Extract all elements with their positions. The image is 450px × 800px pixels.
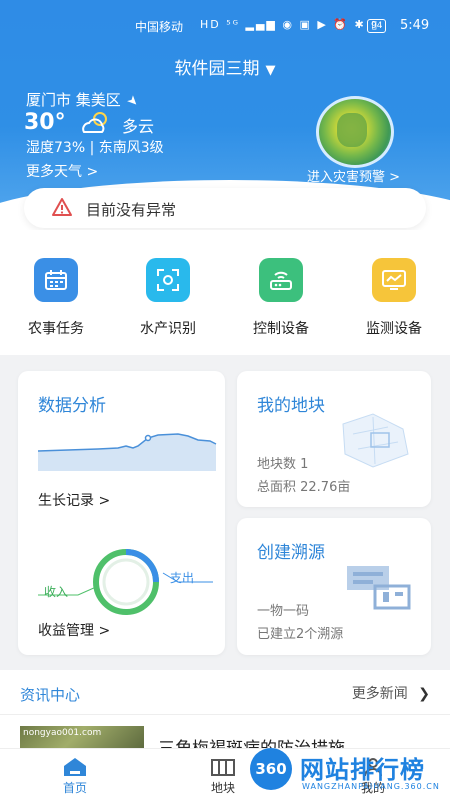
quick-label: 控制设备 xyxy=(253,321,309,337)
calendar-icon xyxy=(34,258,78,302)
status-icons: HD ⁵ᴳ ▂▄▆ ◉ ▣ ▶ ⏰ ✱ ▯ xyxy=(200,18,380,31)
warning-icon xyxy=(52,198,72,216)
news-section-title: 资讯中心 xyxy=(20,686,81,704)
card-title: 我的地块 xyxy=(257,396,325,416)
carrier-label: 中国移动 xyxy=(135,20,184,34)
tab-label: 首页 xyxy=(62,781,87,795)
card-title: 数据分析 xyxy=(38,396,106,416)
trace-desc: 一物一码 xyxy=(257,604,310,619)
plot-area: 总面积 22.76亩 xyxy=(257,480,351,495)
map-outline-icon xyxy=(342,413,409,468)
quick-item-control-devices[interactable]: 控制设备 xyxy=(231,258,331,338)
alert-banner[interactable]: 目前没有异常 xyxy=(24,188,426,228)
watermark: 360 网站排行榜 WANGZHANPAIHANG.360.CN xyxy=(236,744,450,800)
home-icon xyxy=(40,755,110,779)
quick-item-monitor-devices[interactable]: 监测设备 xyxy=(344,258,444,338)
location-label: 厦门市 集美区 xyxy=(26,91,121,109)
router-icon xyxy=(259,258,303,302)
status-bar: 中国移动 HD ⁵ᴳ ▂▄▆ ◉ ▣ ▶ ⏰ ✱ ▯ 94 5:49 xyxy=(0,16,450,38)
alert-text: 目前没有异常 xyxy=(86,201,177,219)
tab-home[interactable]: 首页 xyxy=(40,755,110,796)
monitor-icon xyxy=(372,258,416,302)
quick-item-aquatic-id[interactable]: 水产识别 xyxy=(118,258,218,338)
data-analysis-card[interactable]: 数据分析 生长记录 > 收入 支出 收益管理 > xyxy=(18,371,225,655)
farm-selector[interactable]: 软件园三期 ▼ xyxy=(0,54,450,79)
profit-management-link[interactable]: 收益管理 > xyxy=(38,620,110,640)
humidity-wind: 湿度73% | 东南风3级 xyxy=(26,140,164,156)
watermark-logo: 360 xyxy=(250,748,292,790)
my-plots-card[interactable]: 我的地块 地块数 1 总面积 22.76亩 xyxy=(237,371,431,507)
quick-menu: 农事任务 水产识别 控制设备 监测设备 xyxy=(0,230,450,355)
quick-label: 水产识别 xyxy=(140,321,196,337)
quick-label: 监测设备 xyxy=(366,321,422,337)
disaster-warning-link[interactable]: 进入灾害预警 > xyxy=(307,166,400,185)
partly-cloudy-icon xyxy=(82,112,107,133)
clock: 5:49 xyxy=(400,18,430,33)
temperature: 30° xyxy=(24,110,66,135)
plot-count: 地块数 1 xyxy=(257,457,309,472)
income-label: 收入 xyxy=(44,585,69,599)
chevron-right-icon: ❯ xyxy=(418,686,430,702)
weather-condition: 多云 xyxy=(122,117,155,136)
more-weather-link[interactable]: 更多天气 > xyxy=(26,161,98,181)
radar-map[interactable] xyxy=(316,96,394,168)
watermark-title: 网站排行榜 xyxy=(300,756,425,784)
more-news-label: 更多新闻 xyxy=(351,686,408,702)
location[interactable]: 厦门市 集美区 ➤ xyxy=(26,89,142,111)
navigation-icon: ➤ xyxy=(123,92,142,111)
barcode-icon xyxy=(347,566,411,610)
thumbnail-watermark: nongyao001.com xyxy=(23,728,102,738)
growth-record-link[interactable]: 生长记录 > xyxy=(38,490,110,510)
expense-label: 支出 xyxy=(170,571,195,585)
create-trace-card[interactable]: 创建溯源 一物一码 已建立2个溯源 xyxy=(237,518,431,655)
watermark-url: WANGZHANPAIHANG.360.CN xyxy=(302,782,440,791)
growth-chart-graphic xyxy=(38,433,217,471)
quick-item-farm-tasks[interactable]: 农事任务 xyxy=(6,258,106,338)
caret-down-icon: ▼ xyxy=(265,63,276,78)
more-news-link[interactable]: 更多新闻 ❯ xyxy=(352,683,430,703)
battery-icon: 94 xyxy=(367,19,387,33)
farm-name: 软件园三期 xyxy=(174,59,260,79)
quick-label: 农事任务 xyxy=(28,321,84,337)
scan-icon xyxy=(146,258,190,302)
trace-count: 已建立2个溯源 xyxy=(257,627,344,642)
divider xyxy=(0,714,450,715)
card-title: 创建溯源 xyxy=(257,543,325,563)
